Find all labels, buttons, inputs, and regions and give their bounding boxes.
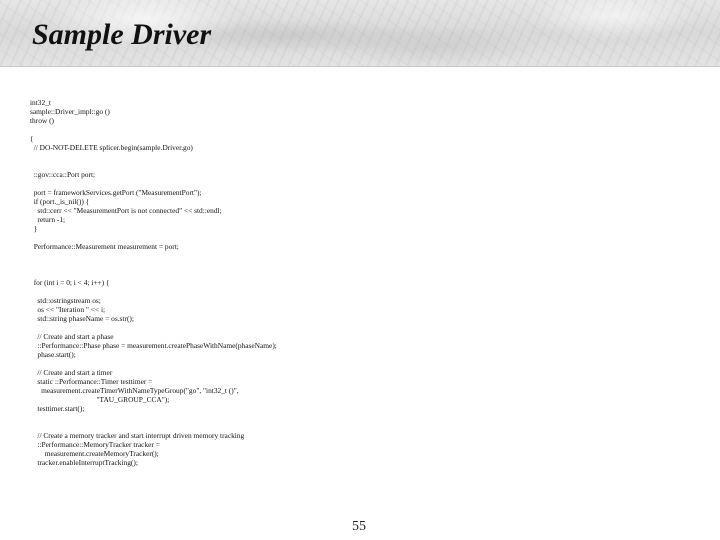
code-line: int32_t [30, 98, 51, 107]
code-line: ::gov::cca::Port port; [30, 170, 96, 179]
code-line: port = frameworkServices.getPort ("Measu… [30, 188, 202, 197]
slide-title: Sample Driver [32, 18, 212, 51]
code-line: // DO-NOT-DELETE splicer.begin(sample.Dr… [30, 143, 193, 152]
code-line: Performance::Measurement measurement = p… [30, 242, 179, 251]
code-line: std::string phaseName = os.str(); [30, 314, 134, 323]
code-line: static ::Performance::Timer testtimer = [30, 377, 153, 386]
code-line: // Create a memory tracker and start int… [30, 431, 245, 440]
page-number: 55 [352, 519, 366, 534]
code-line: phase.start(); [30, 350, 76, 359]
code-line: // Create and start a timer [30, 368, 113, 377]
code-line: "TAU_GROUP_CCA"); [30, 395, 170, 404]
title-band: Sample Driver [0, 0, 720, 67]
code-line: std::cerr << "MeasurementPort is not con… [30, 206, 222, 215]
code-line: os << "Iteration " << i; [30, 305, 106, 314]
code-line: sample::Driver_impl::go () [30, 107, 110, 116]
code-line: ::Performance::Phase phase = measurement… [30, 341, 277, 350]
code-line: ::Performance::MemoryTracker tracker = [30, 440, 160, 449]
code-line: throw () [30, 116, 55, 125]
code-listing: int32_t sample::Driver_impl::go () throw (… [30, 98, 277, 467]
code-line: measurement.createMemoryTracker(); [30, 449, 159, 458]
code-line: return -1; [30, 215, 66, 224]
code-line: { [30, 134, 34, 143]
code-line: tracker.enableInterruptTracking(); [30, 458, 138, 467]
code-line: testtimer.start(); [30, 404, 85, 413]
code-line: } [30, 224, 38, 233]
code-line: measurement.createTimerWithNameTypeGroup… [30, 386, 239, 395]
code-line: // Create and start a phase [30, 332, 114, 341]
code-line: for (int i = 0; i < 4; i++) { [30, 278, 110, 287]
code-line: std::ostringstream os; [30, 296, 101, 305]
code-line: if (port._is_nil()) { [30, 197, 90, 206]
